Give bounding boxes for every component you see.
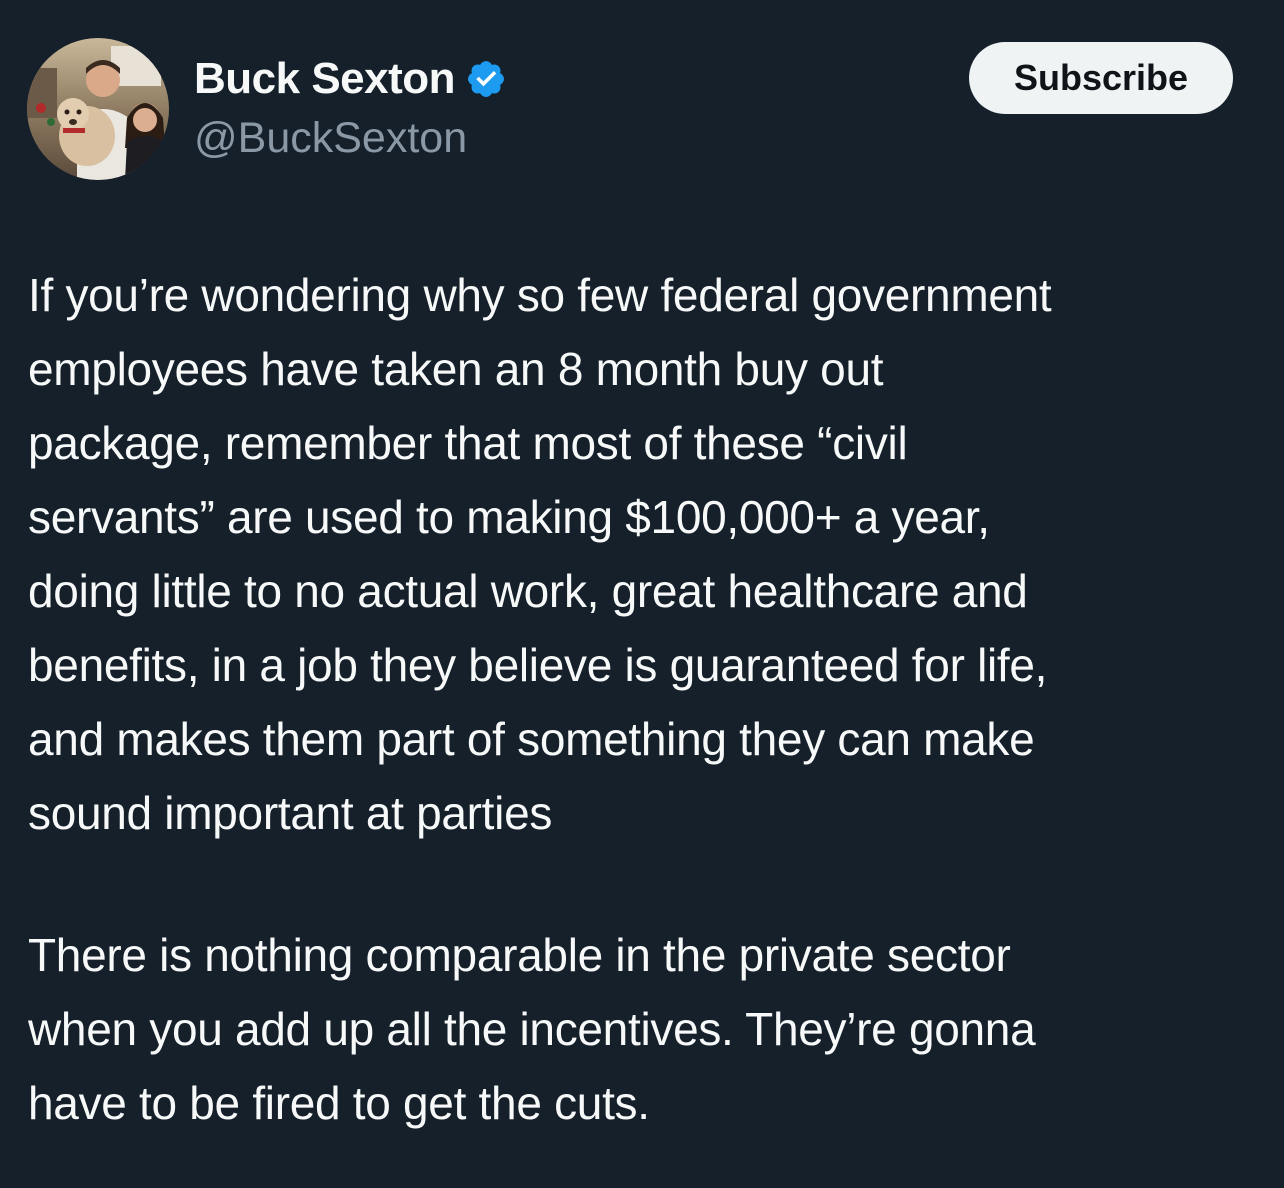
tweet-line: have to be fired to get the cuts. [28,1077,650,1129]
verified-badge-icon [468,61,504,97]
avatar[interactable] [27,38,169,180]
author-handle[interactable]: @BuckSexton [194,114,467,163]
tweet-line: doing little to no actual work, great he… [28,565,1028,617]
tweet-line: sound important at parties [28,787,553,839]
avatar-image [27,38,169,180]
tweet-card: Buck Sexton @BuckSexton Subscribe If you… [0,0,1284,1188]
tweet-line: If you’re wondering why so few federal g… [28,269,1052,321]
tweet-text-paragraph-1: If you’re wondering why so few federal g… [28,258,1268,850]
tweet-line: servants” are used to making $100,000+ a… [28,491,990,543]
tweet-line: when you add up all the incentives. They… [28,1003,1036,1055]
tweet-line: There is nothing comparable in the priva… [28,929,1011,981]
tweet-line: benefits, in a job they believe is guara… [28,639,1048,691]
tweet-line: package, remember that most of these “ci… [28,417,908,469]
author-name-row: Buck Sexton [194,52,507,106]
author-display-name[interactable]: Buck Sexton [194,54,456,104]
tweet-text-paragraph-2: There is nothing comparable in the priva… [28,918,1268,1140]
tweet-line: employees have taken an 8 month buy out [28,343,884,395]
tweet-line: and makes them part of something they ca… [28,713,1035,765]
subscribe-button[interactable]: Subscribe [969,42,1233,114]
